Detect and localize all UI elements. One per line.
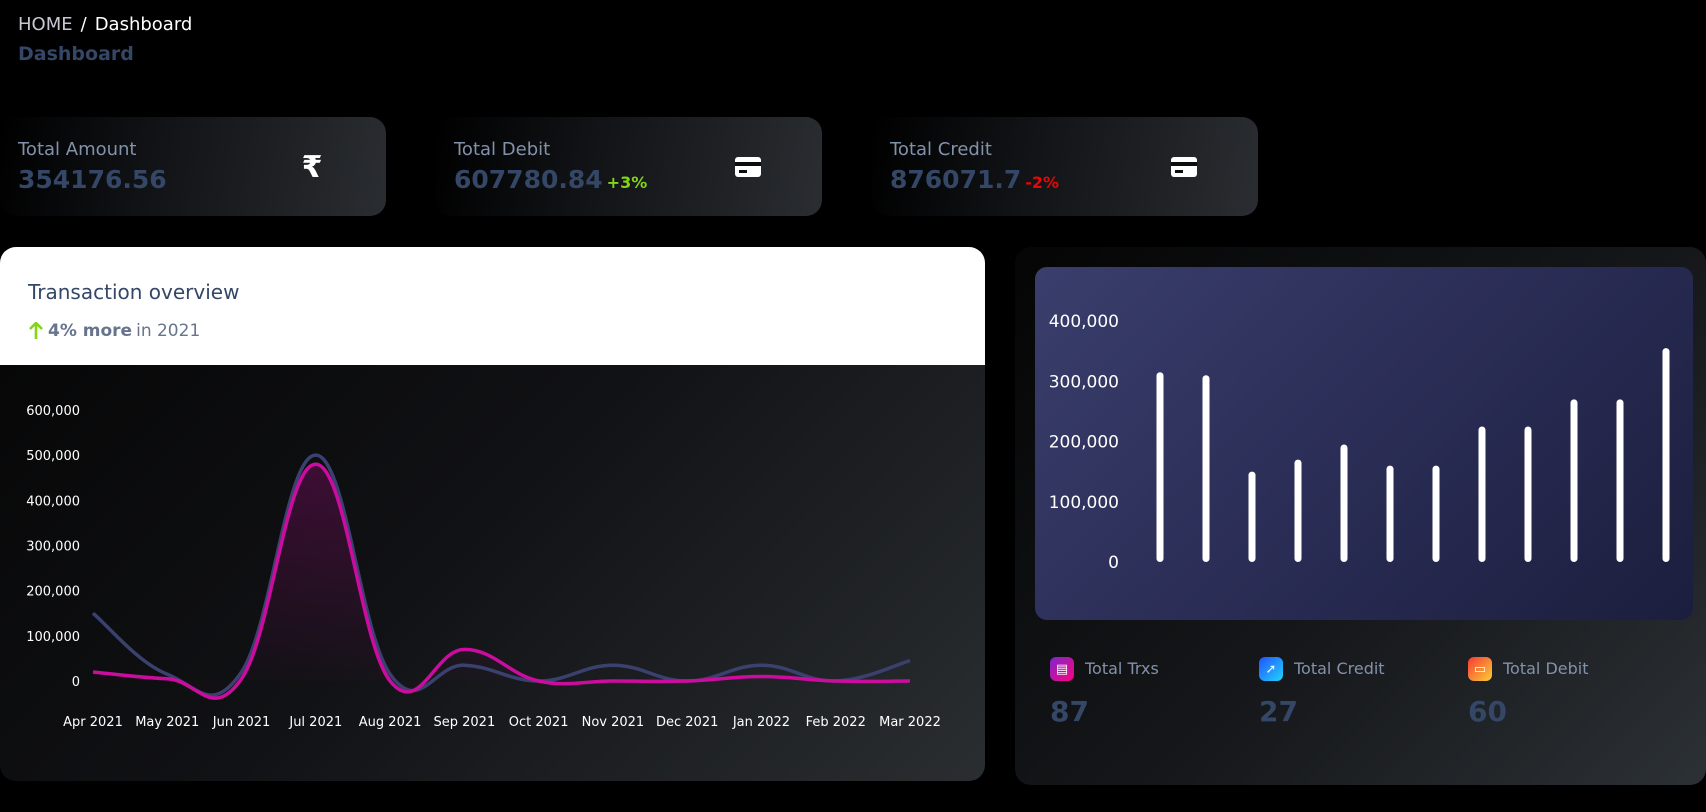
mini-stat-label: Total Credit bbox=[1294, 659, 1385, 678]
transaction-line-chart: 600,000 500,000 400,000 300,000 200,000 100,0… bbox=[26, 404, 941, 730]
mini-stat-label: Total Debit bbox=[1503, 659, 1589, 678]
credit-card-icon bbox=[1156, 145, 1212, 189]
rocket-icon: ➚ bbox=[1259, 657, 1283, 681]
transaction-overview-card: Transaction overview 4% more in 2021 600,… bbox=[0, 247, 985, 781]
mini-stat-value: 87 bbox=[1050, 695, 1089, 728]
mini-stat-value: 60 bbox=[1468, 695, 1507, 728]
x-tick-label: Oct 2021 bbox=[509, 715, 569, 730]
x-tick-label: Dec 2021 bbox=[656, 715, 718, 730]
breadcrumb: HOME / Dashboard bbox=[18, 14, 192, 35]
total-credit-card: Total Credit 876071.7 -2% bbox=[872, 117, 1258, 216]
breadcrumb-current: Dashboard bbox=[94, 14, 193, 35]
mini-stat-label: Total Trxs bbox=[1085, 659, 1159, 678]
bar bbox=[1340, 444, 1348, 562]
monthly-bar-chart: 400,000 300,000 200,000 100,000 0 bbox=[1049, 312, 1670, 573]
y-tick-label: 0 bbox=[72, 675, 80, 690]
y-tick-label: 100,000 bbox=[1049, 493, 1119, 513]
y-tick-label: 100,000 bbox=[26, 630, 80, 645]
bar bbox=[1478, 426, 1486, 562]
mini-stat-value: 27 bbox=[1259, 695, 1298, 728]
x-tick-label: Feb 2022 bbox=[806, 715, 866, 730]
y-tick-label: 200,000 bbox=[1049, 433, 1119, 453]
bar bbox=[1570, 399, 1578, 562]
x-tick-label: Jul 2021 bbox=[288, 715, 342, 730]
stat-label: Total Credit bbox=[890, 139, 992, 160]
x-tick-label: Aug 2021 bbox=[359, 715, 422, 730]
bar bbox=[1202, 375, 1210, 562]
stat-change: -2% bbox=[1025, 173, 1060, 192]
bar bbox=[1432, 465, 1440, 562]
x-tick-label: May 2021 bbox=[135, 715, 199, 730]
x-tick-label: Apr 2021 bbox=[63, 715, 123, 730]
bar-chart-panel: 400,000 300,000 200,000 100,000 0 bbox=[1035, 267, 1693, 620]
bar bbox=[1156, 372, 1164, 562]
bar bbox=[1248, 471, 1256, 562]
series-line-1 bbox=[92, 462, 911, 700]
x-tick-label: Jan 2022 bbox=[732, 715, 790, 730]
page-title: Dashboard bbox=[18, 43, 134, 65]
transaction-subtitle: 4% more in 2021 bbox=[28, 321, 200, 341]
arrow-up-icon bbox=[29, 322, 43, 339]
y-tick-label: 600,000 bbox=[26, 404, 80, 419]
rupee-icon: ₹ bbox=[301, 149, 323, 185]
y-tick-label: 400,000 bbox=[26, 494, 80, 509]
y-tick-label: 300,000 bbox=[1049, 372, 1119, 392]
y-tick-label: 400,000 bbox=[1049, 312, 1119, 332]
transaction-title: Transaction overview bbox=[28, 280, 240, 304]
stat-value: 876071.7 -2% bbox=[890, 165, 1060, 194]
card-icon: ▭ bbox=[1468, 657, 1492, 681]
x-tick-label: Mar 2022 bbox=[879, 715, 941, 730]
breadcrumb-home[interactable]: HOME bbox=[18, 14, 73, 35]
bar bbox=[1616, 399, 1624, 562]
stat-change: +3% bbox=[606, 173, 648, 192]
x-tick-label: Nov 2021 bbox=[582, 715, 645, 730]
y-tick-label: 200,000 bbox=[26, 585, 80, 600]
total-debit-card: Total Debit 607780.84 +3% bbox=[436, 117, 822, 216]
y-tick-label: 500,000 bbox=[26, 449, 80, 464]
bar bbox=[1524, 426, 1532, 562]
y-tick-label: 0 bbox=[1108, 553, 1119, 573]
stat-value: 354176.56 bbox=[18, 165, 167, 194]
breadcrumb-separator: / bbox=[80, 14, 87, 35]
y-tick-label: 300,000 bbox=[26, 540, 80, 555]
stat-label: Total Amount bbox=[18, 139, 137, 160]
stat-label: Total Debit bbox=[454, 139, 551, 160]
document-icon: ▤ bbox=[1050, 657, 1074, 681]
bar bbox=[1662, 348, 1670, 562]
total-amount-card: Total Amount 354176.56 ₹ bbox=[0, 117, 386, 216]
monthly-bar-card: 400,000 300,000 200,000 100,000 0 ▤ Total Tr… bbox=[1015, 247, 1706, 785]
bar bbox=[1294, 459, 1302, 562]
stat-value: 607780.84 +3% bbox=[454, 165, 648, 194]
series-line-0 bbox=[91, 453, 911, 697]
x-tick-label: Sep 2021 bbox=[434, 715, 496, 730]
bar bbox=[1386, 465, 1394, 562]
x-tick-label: Jun 2021 bbox=[212, 715, 271, 730]
transaction-header: Transaction overview 4% more in 2021 bbox=[0, 247, 985, 365]
credit-card-icon bbox=[720, 145, 776, 189]
